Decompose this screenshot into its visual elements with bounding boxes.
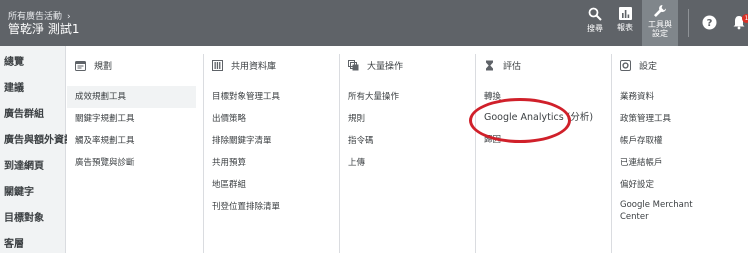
tools-settings-label: 工具與 設定 (648, 20, 672, 38)
menu-item-scripts[interactable]: 指令碼 (340, 130, 474, 152)
menu-item-google-merchant-center[interactable]: Google Merchant Center (612, 196, 746, 228)
column-heading-label: 大量操作 (367, 61, 404, 72)
help-icon: ? (702, 15, 716, 30)
menu-item-uploads[interactable]: 上傳 (340, 152, 474, 174)
menu-item-bid-strategies[interactable]: 出價策略 (204, 108, 338, 130)
bulk-icon (348, 59, 359, 70)
column-heading-label: 評估 (503, 61, 522, 72)
search-label: 搜尋 (587, 24, 603, 33)
menu-column-planning: 規劃 成效規劃工具 關鍵字規劃工具 觸及率規劃工具 廣告預覽與診斷 (67, 54, 202, 253)
menu-item-location-groups[interactable]: 地區群組 (204, 174, 338, 196)
menu-item-keyword-planner[interactable]: 關鍵字規劃工具 (67, 108, 202, 130)
library-icon (212, 59, 223, 71)
reports-label: 報表 (617, 23, 633, 32)
menu-item-attribution[interactable]: 歸因 (476, 129, 610, 151)
menu-item-shared-budgets[interactable]: 共用預算 (204, 152, 338, 174)
menu-item-negative-keyword-lists[interactable]: 排除關鍵字清單 (204, 130, 338, 152)
column-heading: 評估 (476, 54, 610, 76)
nav-item-demographics[interactable]: 客層 (0, 232, 65, 253)
menu-item-audience-manager[interactable]: 目標對象管理工具 (204, 86, 338, 108)
nav-item-keywords[interactable]: 關鍵字 (0, 180, 65, 206)
menu-item-performance-planner[interactable]: 成效規劃工具 (67, 86, 196, 108)
menu-column-setup: 設定 業務資料 政策管理工具 帳戶存取權 已連結帳戶 偏好設定 Google M… (611, 54, 746, 253)
menu-item-all-bulk-actions[interactable]: 所有大量操作 (340, 86, 474, 108)
column-heading: 大量操作 (340, 54, 474, 76)
top-bar: 所有廣告活動 › 管乾淨 測試1 搜尋 報表 工具與 設定 ? 1 (0, 0, 748, 46)
left-nav: 總覽 建議 廣告群組 廣告與額外資訊 到達網頁 關鍵字 目標對象 客層 (0, 46, 74, 253)
nav-item-audiences[interactable]: 目標對象 (0, 206, 65, 232)
nav-item-ads-extensions[interactable]: 廣告與額外資訊 (0, 128, 74, 154)
column-heading-label: 設定 (639, 61, 658, 72)
tools-settings-button[interactable]: 工具與 設定 (642, 0, 678, 46)
nav-item-overview[interactable]: 總覽 (0, 50, 65, 76)
svg-text:?: ? (706, 18, 712, 29)
reports-button[interactable]: 報表 (608, 0, 642, 46)
menu-item-account-access[interactable]: 帳戶存取權 (612, 130, 746, 152)
menu-item-preferences[interactable]: 偏好設定 (612, 174, 746, 196)
menu-item-rules[interactable]: 規則 (340, 108, 474, 130)
account-name[interactable]: 管乾淨 測試1 (8, 20, 79, 37)
notification-badge: 1 (742, 14, 748, 23)
hourglass-icon (486, 60, 493, 70)
nav-item-ad-groups[interactable]: 廣告群組 (0, 102, 65, 128)
column-heading-label: 共用資料庫 (231, 61, 277, 72)
menu-column-shared-library: 共用資料庫 目標對象管理工具 出價策略 排除關鍵字清單 共用預算 地區群組 刊登… (203, 54, 338, 253)
menu-item-ad-preview[interactable]: 廣告預覽與診斷 (67, 152, 202, 174)
menu-item-reach-planner[interactable]: 觸及率規劃工具 (67, 130, 202, 152)
menu-item-placement-exclusions[interactable]: 刊登位置排除清單 (204, 196, 338, 218)
nav-item-landing-pages[interactable]: 到達網頁 (0, 154, 65, 180)
settings-icon (620, 59, 631, 71)
menu-column-bulk-actions: 大量操作 所有大量操作 規則 指令碼 上傳 (339, 54, 474, 253)
nav-item-recommendations[interactable]: 建議 (0, 76, 65, 102)
menu-item-policy-manager[interactable]: 政策管理工具 (612, 108, 746, 130)
reports-icon (618, 7, 632, 20)
search-button[interactable]: 搜尋 (578, 0, 612, 46)
column-heading-label: 規劃 (94, 61, 113, 72)
search-icon (588, 7, 602, 21)
menu-item-linked-accounts[interactable]: 已連結帳戶 (612, 152, 746, 174)
notifications-button[interactable] (730, 0, 748, 46)
column-heading: 設定 (612, 54, 746, 76)
wrench-icon (654, 5, 666, 17)
menu-item-conversions[interactable]: 轉換 (476, 86, 610, 108)
calendar-icon (75, 60, 86, 71)
help-button[interactable]: ? (694, 0, 724, 46)
menu-item-business-data[interactable]: 業務資料 (612, 86, 746, 108)
toolbar-divider (688, 9, 689, 37)
tools-menu-panel: 規劃 成效規劃工具 關鍵字規劃工具 觸及率規劃工具 廣告預覽與診斷 共用資料庫 … (67, 46, 748, 253)
menu-column-measurement: 評估 轉換 Google Analytics (分析) 歸因 (475, 54, 610, 253)
column-heading: 共用資料庫 (204, 54, 338, 76)
column-heading: 規劃 (67, 54, 202, 76)
menu-item-google-analytics[interactable]: Google Analytics (分析) (476, 108, 610, 129)
